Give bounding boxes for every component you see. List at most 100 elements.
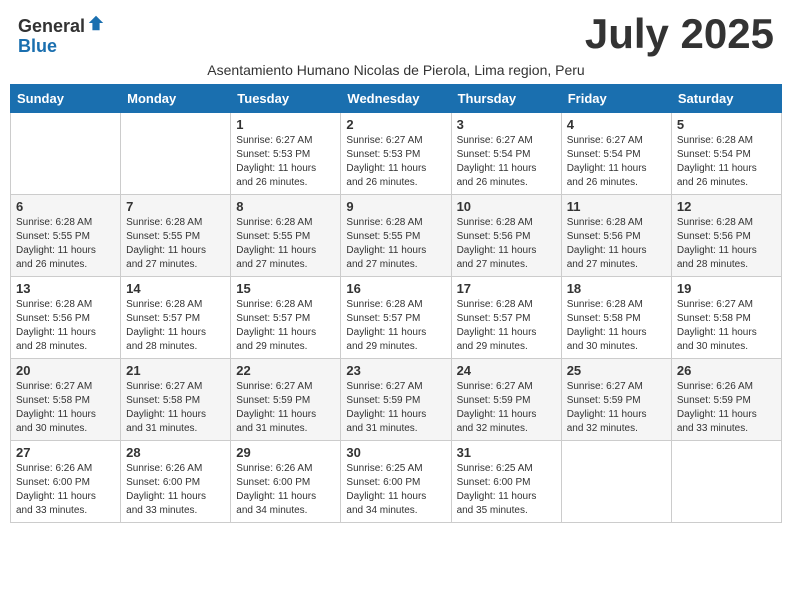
day-info: Sunrise: 6:28 AMSunset: 5:55 PMDaylight:… bbox=[126, 216, 225, 272]
day-number: 26 bbox=[677, 363, 776, 378]
calendar-cell: 14 Sunrise: 6:28 AMSunset: 5:57 PMDayligh… bbox=[121, 277, 231, 359]
calendar-week-row: 6 Sunrise: 6:28 AMSunset: 5:55 PMDaylight… bbox=[11, 195, 782, 277]
day-number: 17 bbox=[457, 281, 556, 296]
day-number: 14 bbox=[126, 281, 225, 296]
calendar-cell: 25Sunrise: 6:27 AMSunset: 5:59 PMDayligh… bbox=[561, 359, 671, 441]
weekday-header-row: SundayMondayTuesdayWednesdayThursdayFrid… bbox=[11, 85, 782, 113]
calendar-cell: 19 Sunrise: 6:27 AMSunset: 5:58 PMDayligh… bbox=[671, 277, 781, 359]
day-number: 20 bbox=[16, 363, 115, 378]
day-number: 7 bbox=[126, 199, 225, 214]
calendar-cell bbox=[671, 441, 781, 523]
day-number: 13 bbox=[16, 281, 115, 296]
day-info: Sunrise: 6:25 AMSunset: 6:00 PMDaylight:… bbox=[457, 462, 556, 518]
day-number: 23 bbox=[346, 363, 445, 378]
day-number: 4 bbox=[567, 117, 666, 132]
day-number: 9 bbox=[346, 199, 445, 214]
calendar-cell bbox=[561, 441, 671, 523]
calendar-cell: 17 Sunrise: 6:28 AMSunset: 5:57 PMDayligh… bbox=[451, 277, 561, 359]
calendar-cell: 6 Sunrise: 6:28 AMSunset: 5:55 PMDaylight… bbox=[11, 195, 121, 277]
day-number: 27 bbox=[16, 445, 115, 460]
day-number: 1 bbox=[236, 117, 335, 132]
calendar-cell: 15Sunrise: 6:28 AMSunset: 5:57 PMDayligh… bbox=[231, 277, 341, 359]
subtitle: Asentamiento Humano Nicolas de Pierola, … bbox=[10, 62, 782, 78]
calendar-cell: 4 Sunrise: 6:27 AMSunset: 5:54 PMDaylight… bbox=[561, 113, 671, 195]
calendar-cell: 21 Sunrise: 6:27 AMSunset: 5:58 PMDayligh… bbox=[121, 359, 231, 441]
calendar-cell: 22 Sunrise: 6:27 AMSunset: 5:59 PMDayligh… bbox=[231, 359, 341, 441]
day-number: 16 bbox=[346, 281, 445, 296]
calendar-cell: 9 Sunrise: 6:28 AMSunset: 5:55 PMDaylight… bbox=[341, 195, 451, 277]
weekday-header-thursday: Thursday bbox=[451, 85, 561, 113]
day-info: Sunrise: 6:27 AMSunset: 5:59 PMDaylight:… bbox=[457, 380, 556, 436]
calendar-cell: 18Sunrise: 6:28 AMSunset: 5:58 PMDayligh… bbox=[561, 277, 671, 359]
weekday-header-monday: Monday bbox=[121, 85, 231, 113]
day-number: 8 bbox=[236, 199, 335, 214]
day-info: Sunrise: 6:27 AMSunset: 5:54 PMDaylight:… bbox=[457, 134, 556, 190]
day-number: 11 bbox=[567, 199, 666, 214]
day-info: Sunrise: 6:28 AMSunset: 5:56 PMDaylight:… bbox=[677, 216, 776, 272]
calendar-cell: 28 Sunrise: 6:26 AMSunset: 6:00 PMDayligh… bbox=[121, 441, 231, 523]
page-header: General Blue July 2025 bbox=[10, 10, 782, 58]
day-number: 2 bbox=[346, 117, 445, 132]
day-number: 10 bbox=[457, 199, 556, 214]
day-info: Sunrise: 6:26 AMSunset: 6:00 PMDaylight:… bbox=[126, 462, 225, 518]
day-info: Sunrise: 6:28 AMSunset: 5:57 PMDaylight:… bbox=[126, 298, 225, 354]
day-number: 3 bbox=[457, 117, 556, 132]
day-info: Sunrise: 6:28 AMSunset: 5:57 PMDaylight:… bbox=[346, 298, 445, 354]
day-number: 22 bbox=[236, 363, 335, 378]
day-info: Sunrise: 6:28 AMSunset: 5:58 PMDaylight:… bbox=[567, 298, 666, 354]
day-number: 19 bbox=[677, 281, 776, 296]
calendar-cell: 8 Sunrise: 6:28 AMSunset: 5:55 PMDaylight… bbox=[231, 195, 341, 277]
month-title: July 2025 bbox=[585, 10, 774, 58]
day-info: Sunrise: 6:27 AMSunset: 5:54 PMDaylight:… bbox=[567, 134, 666, 190]
calendar-cell: 7 Sunrise: 6:28 AMSunset: 5:55 PMDaylight… bbox=[121, 195, 231, 277]
day-number: 15 bbox=[236, 281, 335, 296]
day-info: Sunrise: 6:26 AMSunset: 6:00 PMDaylight:… bbox=[236, 462, 335, 518]
logo-icon bbox=[87, 14, 105, 32]
day-number: 31 bbox=[457, 445, 556, 460]
day-info: Sunrise: 6:27 AMSunset: 5:58 PMDaylight:… bbox=[677, 298, 776, 354]
calendar-cell: 24 Sunrise: 6:27 AMSunset: 5:59 PMDayligh… bbox=[451, 359, 561, 441]
day-info: Sunrise: 6:28 AMSunset: 5:55 PMDaylight:… bbox=[346, 216, 445, 272]
day-info: Sunrise: 6:26 AMSunset: 6:00 PMDaylight:… bbox=[16, 462, 115, 518]
calendar-cell: 30Sunrise: 6:25 AMSunset: 6:00 PMDayligh… bbox=[341, 441, 451, 523]
calendar-cell bbox=[11, 113, 121, 195]
day-info: Sunrise: 6:27 AMSunset: 5:59 PMDaylight:… bbox=[567, 380, 666, 436]
day-number: 5 bbox=[677, 117, 776, 132]
day-number: 29 bbox=[236, 445, 335, 460]
weekday-header-friday: Friday bbox=[561, 85, 671, 113]
day-info: Sunrise: 6:27 AMSunset: 5:53 PMDaylight:… bbox=[236, 134, 335, 190]
weekday-header-tuesday: Tuesday bbox=[231, 85, 341, 113]
calendar-cell: 3 Sunrise: 6:27 AMSunset: 5:54 PMDaylight… bbox=[451, 113, 561, 195]
calendar-cell: 11Sunrise: 6:28 AMSunset: 5:56 PMDayligh… bbox=[561, 195, 671, 277]
day-info: Sunrise: 6:27 AMSunset: 5:59 PMDaylight:… bbox=[346, 380, 445, 436]
day-info: Sunrise: 6:28 AMSunset: 5:54 PMDaylight:… bbox=[677, 134, 776, 190]
calendar-cell: 5 Sunrise: 6:28 AMSunset: 5:54 PMDaylight… bbox=[671, 113, 781, 195]
day-info: Sunrise: 6:28 AMSunset: 5:57 PMDaylight:… bbox=[457, 298, 556, 354]
logo: General Blue bbox=[18, 14, 105, 57]
day-info: Sunrise: 6:27 AMSunset: 5:58 PMDaylight:… bbox=[16, 380, 115, 436]
logo-blue-text: Blue bbox=[18, 36, 57, 56]
calendar-cell: 31 Sunrise: 6:25 AMSunset: 6:00 PMDayligh… bbox=[451, 441, 561, 523]
calendar-week-row: 20 Sunrise: 6:27 AMSunset: 5:58 PMDayligh… bbox=[11, 359, 782, 441]
day-info: Sunrise: 6:28 AMSunset: 5:56 PMDaylight:… bbox=[457, 216, 556, 272]
calendar-cell: 26 Sunrise: 6:26 AMSunset: 5:59 PMDayligh… bbox=[671, 359, 781, 441]
calendar-table: SundayMondayTuesdayWednesdayThursdayFrid… bbox=[10, 84, 782, 523]
day-number: 6 bbox=[16, 199, 115, 214]
day-info: Sunrise: 6:27 AMSunset: 5:58 PMDaylight:… bbox=[126, 380, 225, 436]
weekday-header-saturday: Saturday bbox=[671, 85, 781, 113]
day-number: 24 bbox=[457, 363, 556, 378]
calendar-week-row: 13Sunrise: 6:28 AMSunset: 5:56 PMDayligh… bbox=[11, 277, 782, 359]
day-info: Sunrise: 6:26 AMSunset: 5:59 PMDaylight:… bbox=[677, 380, 776, 436]
calendar-cell: 1 Sunrise: 6:27 AMSunset: 5:53 PMDaylight… bbox=[231, 113, 341, 195]
day-info: Sunrise: 6:27 AMSunset: 5:59 PMDaylight:… bbox=[236, 380, 335, 436]
day-info: Sunrise: 6:28 AMSunset: 5:55 PMDaylight:… bbox=[236, 216, 335, 272]
calendar-week-row: 1 Sunrise: 6:27 AMSunset: 5:53 PMDaylight… bbox=[11, 113, 782, 195]
day-info: Sunrise: 6:28 AMSunset: 5:55 PMDaylight:… bbox=[16, 216, 115, 272]
calendar-cell: 16 Sunrise: 6:28 AMSunset: 5:57 PMDayligh… bbox=[341, 277, 451, 359]
day-number: 28 bbox=[126, 445, 225, 460]
weekday-header-sunday: Sunday bbox=[11, 85, 121, 113]
logo-general-text: General bbox=[18, 16, 85, 36]
calendar-cell bbox=[121, 113, 231, 195]
weekday-header-wednesday: Wednesday bbox=[341, 85, 451, 113]
day-number: 21 bbox=[126, 363, 225, 378]
